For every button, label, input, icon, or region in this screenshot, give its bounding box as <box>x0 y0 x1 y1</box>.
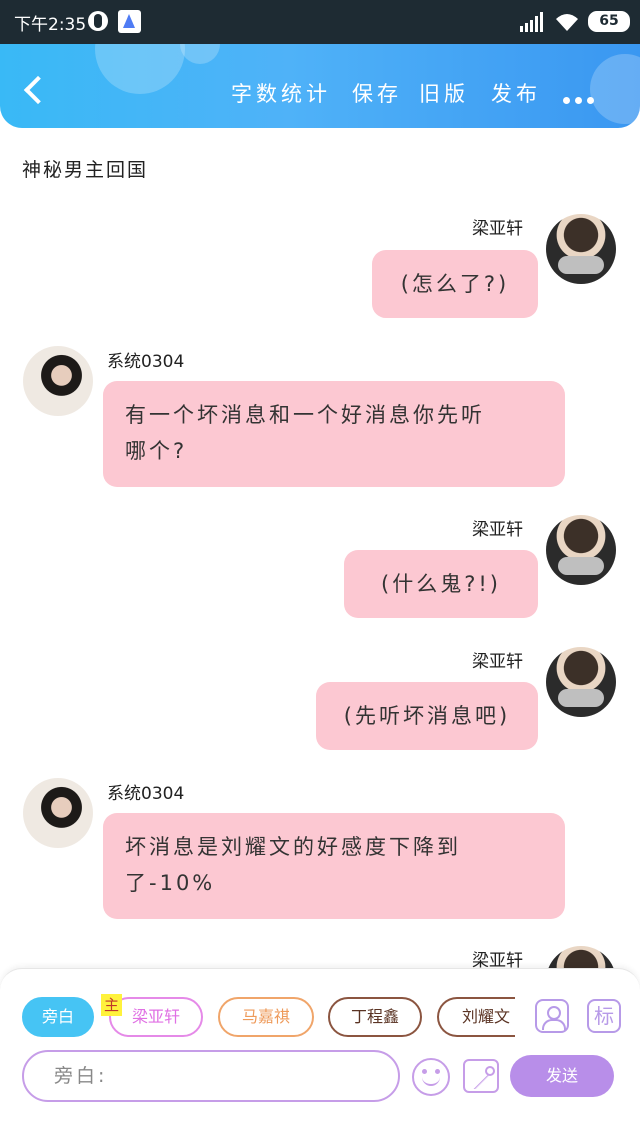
composer-panel: 旁白 梁亚轩 主 马嘉祺 丁程鑫 刘耀文 标 旁白: 发送 <box>0 968 640 1138</box>
avatar[interactable] <box>23 778 93 848</box>
wifi-icon <box>556 14 578 31</box>
app-notification-icon <box>88 11 108 31</box>
message-line: 哪个? <box>125 439 188 463</box>
editor-header: 字数统计 保存 旧版 发布 <box>0 44 640 128</box>
avatar[interactable] <box>23 346 93 416</box>
role-list-edge <box>515 991 535 1043</box>
avatar[interactable] <box>546 515 616 585</box>
message-bubble[interactable]: (先听坏消息吧) <box>316 682 538 750</box>
message-bubble[interactable]: (怎么了?) <box>372 250 538 318</box>
message-sender: 系统0304 <box>107 784 185 804</box>
message-bubble[interactable]: (什么鬼?!) <box>344 550 538 618</box>
battery-icon: 65 <box>588 11 630 32</box>
more-icon[interactable] <box>563 89 599 104</box>
publish-button[interactable]: 发布 <box>491 78 541 108</box>
message-input[interactable]: 旁白: <box>22 1050 400 1102</box>
main-character-badge: 主 <box>101 994 123 1016</box>
header-decoration <box>95 44 185 94</box>
emoji-icon[interactable] <box>412 1058 450 1096</box>
story-title[interactable]: 神秘男主回国 <box>22 155 148 182</box>
message-bubble[interactable]: 坏消息是刘耀文的好感度下降到 了-10% <box>103 813 565 919</box>
mark-button[interactable]: 标 <box>587 999 621 1033</box>
person-icon[interactable] <box>535 999 569 1033</box>
header-decoration <box>180 44 220 64</box>
send-button[interactable]: 发送 <box>510 1055 614 1097</box>
status-time: 下午2:35 <box>14 15 87 35</box>
message-sender: 梁亚轩 <box>472 219 523 239</box>
signal-icon <box>520 12 543 32</box>
app-launcher-icon <box>118 10 141 33</box>
image-icon[interactable] <box>463 1059 499 1093</box>
back-button[interactable] <box>20 74 48 106</box>
old-version-button[interactable]: 旧版 <box>419 78 469 108</box>
message-sender: 梁亚轩 <box>472 520 523 540</box>
message-line: 有一个坏消息和一个好消息你先听 <box>125 403 485 427</box>
message-sender: 系统0304 <box>107 352 185 372</box>
message-line: 了-10% <box>125 871 216 895</box>
status-bar: 下午2:35 65 <box>0 0 640 44</box>
role-liang-yaxuan[interactable]: 梁亚轩 <box>109 997 203 1037</box>
avatar[interactable] <box>546 647 616 717</box>
avatar[interactable] <box>546 214 616 284</box>
message-sender: 梁亚轩 <box>472 652 523 672</box>
role-ding-chengxin[interactable]: 丁程鑫 <box>328 997 422 1037</box>
role-ma-jiaqi[interactable]: 马嘉祺 <box>218 997 314 1037</box>
message-bubble[interactable]: 有一个坏消息和一个好消息你先听 哪个? <box>103 381 565 487</box>
save-button[interactable]: 保存 <box>352 78 402 108</box>
role-narrator[interactable]: 旁白 <box>22 997 94 1037</box>
message-line: 坏消息是刘耀文的好感度下降到 <box>125 835 461 859</box>
word-count-button[interactable]: 字数统计 <box>231 78 331 108</box>
